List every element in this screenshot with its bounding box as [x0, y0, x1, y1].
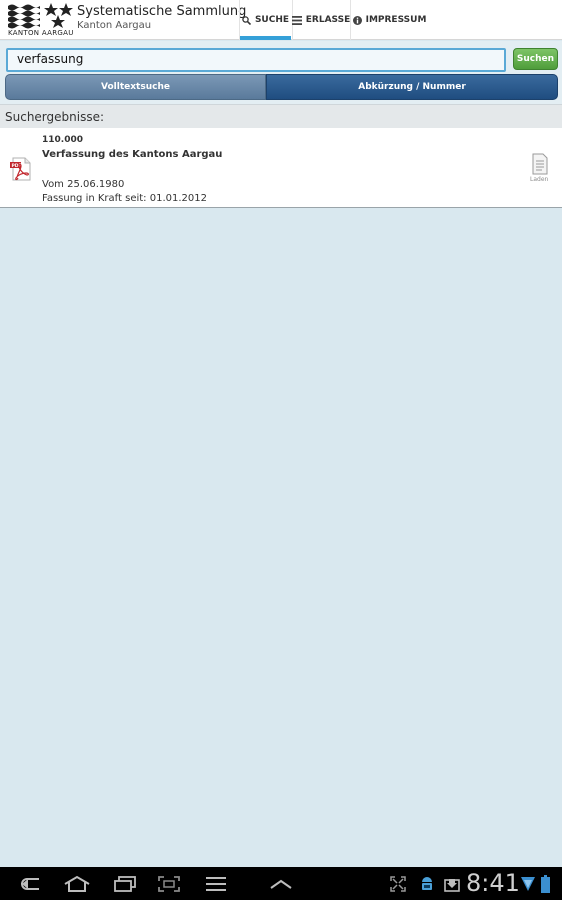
status-clock: 8:41: [466, 869, 520, 897]
result-title[interactable]: Verfassung des Kantons Aargau: [42, 149, 222, 160]
search-input[interactable]: verfassung: [6, 48, 506, 72]
screenshot-icon[interactable]: [157, 867, 181, 900]
app-title: Systematische Sammlung: [77, 4, 247, 19]
info-icon: [352, 15, 362, 25]
download-icon: [443, 867, 461, 900]
tab-erlasse[interactable]: ERLASSE: [291, 0, 351, 40]
battery-icon: [538, 867, 552, 900]
search-button[interactable]: Suchen: [513, 48, 558, 70]
home-icon[interactable]: [62, 867, 92, 900]
load-document-icon[interactable]: [531, 153, 549, 175]
wifi-icon: [520, 867, 536, 900]
chevron-up-icon[interactable]: [268, 867, 294, 900]
app-subtitle: Kanton Aargau: [77, 20, 152, 31]
search-area: verfassung Suchen Volltextsuche Abkürzun…: [0, 41, 562, 104]
android-icon: [418, 867, 436, 900]
result-number: 110.000: [42, 135, 83, 145]
tab-suche-label: SUCHE: [254, 15, 290, 25]
back-icon[interactable]: [18, 867, 44, 900]
segment-volltextsuche[interactable]: Volltextsuche: [5, 74, 266, 100]
segment-abkuerzung-nummer[interactable]: Abkürzung / Nummer: [266, 74, 558, 100]
app-header: KANTON AARGAU Systematische Sammlung Kan…: [0, 0, 562, 40]
kanton-aargau-logo: KANTON AARGAU: [6, 3, 74, 38]
result-in-force: Fassung in Kraft seit: 01.01.2012: [42, 193, 207, 204]
recent-apps-icon[interactable]: [112, 867, 138, 900]
tab-impressum[interactable]: IMPRESSUM: [350, 0, 428, 40]
list-icon: [291, 15, 302, 25]
search-icon: [242, 15, 251, 25]
results-heading: Suchergebnisse:: [0, 104, 562, 128]
logo-caption: KANTON AARGAU: [8, 29, 74, 37]
menu-icon[interactable]: [204, 867, 228, 900]
pdf-icon: PDF: [10, 157, 32, 181]
tab-erlasse-label: ERLASSE: [305, 15, 351, 25]
tab-suche[interactable]: SUCHE: [239, 0, 291, 40]
result-date: Vom 25.06.1980: [42, 179, 125, 190]
load-label[interactable]: Laden: [530, 176, 548, 183]
fullscreen-icon: [388, 867, 408, 900]
tab-impressum-label: IMPRESSUM: [365, 15, 427, 25]
